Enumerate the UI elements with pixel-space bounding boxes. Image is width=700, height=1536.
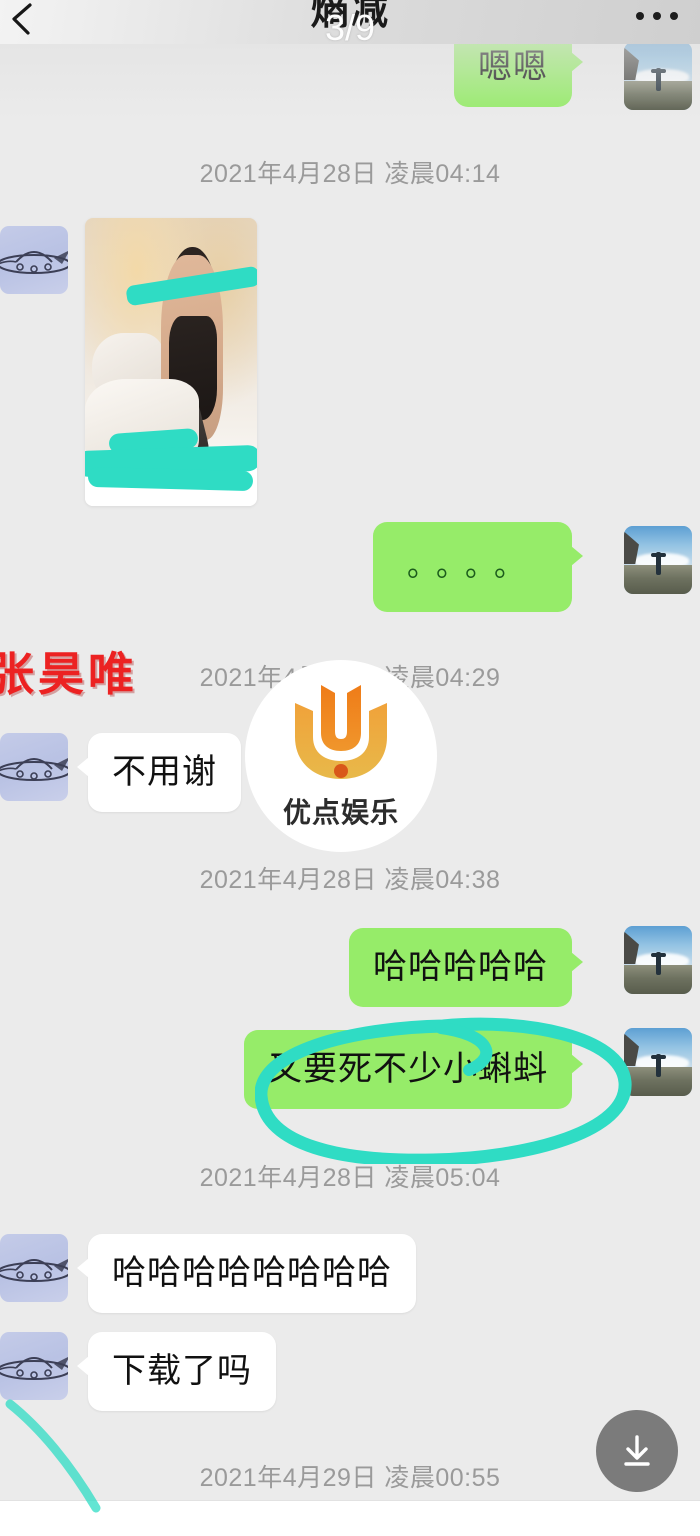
message-bubble-incoming[interactable]: 不用谢 [77, 733, 241, 812]
avatar[interactable] [624, 42, 692, 110]
more-dot [636, 12, 644, 20]
watermark-logo: 优点娱乐 [245, 660, 437, 852]
photo-bedding [85, 379, 199, 466]
letter-u-logo-icon [295, 685, 387, 779]
ufo-icon [0, 1259, 68, 1282]
avatar[interactable] [624, 926, 692, 994]
page-indicator: 3/9 [324, 7, 376, 48]
message-bubble-outgoing[interactable]: 。。。。 [373, 522, 583, 612]
avatar[interactable] [0, 733, 68, 801]
avatar[interactable] [624, 1028, 692, 1096]
download-icon [624, 1435, 650, 1466]
more-dot [653, 12, 661, 20]
ufo-icon [0, 251, 68, 274]
message-bubble-outgoing[interactable]: 哈哈哈哈哈 [349, 928, 583, 1007]
message-bubble-incoming[interactable]: 哈哈哈哈哈哈哈哈 [77, 1234, 416, 1313]
avatar[interactable] [624, 526, 692, 594]
timestamp: 2021年4月28日 凌晨04:14 [199, 160, 501, 188]
more-options-button[interactable] [636, 12, 678, 20]
message-image[interactable] [85, 218, 257, 506]
avatar[interactable] [0, 226, 68, 294]
overlay-red-name: 张昊唯 [0, 648, 138, 700]
bottom-strip [0, 1500, 700, 1536]
avatar-person [655, 951, 661, 975]
watermark-label: 优点娱乐 [282, 797, 399, 828]
timestamp: 2021年4月28日 凌晨05:04 [199, 1164, 501, 1192]
avatar-person [655, 551, 661, 575]
timestamp: 2021年4月28日 凌晨04:38 [199, 866, 501, 894]
ufo-icon [0, 1357, 68, 1380]
more-dot [670, 12, 678, 20]
message-bubble-outgoing[interactable]: 又要死不少小蝌蚪 [244, 1030, 583, 1109]
chat-screen: 嗯嗯 2021年4月28日 凌晨04:14 。。。。 凌晨04:29 不用谢 2… [0, 0, 700, 1536]
avatar-person [655, 1053, 661, 1077]
app-header: 熵减 3/9 [0, 0, 700, 48]
avatar[interactable] [0, 1332, 68, 1400]
avatar-person [655, 67, 661, 91]
photo-footer-band [85, 465, 257, 506]
ufo-icon [0, 758, 68, 781]
download-button[interactable] [596, 1410, 678, 1492]
timestamp: 2021年4月29日 凌晨00:55 [199, 1464, 501, 1492]
avatar[interactable] [0, 1234, 68, 1302]
message-bubble-incoming[interactable]: 下载了吗 [77, 1332, 276, 1411]
